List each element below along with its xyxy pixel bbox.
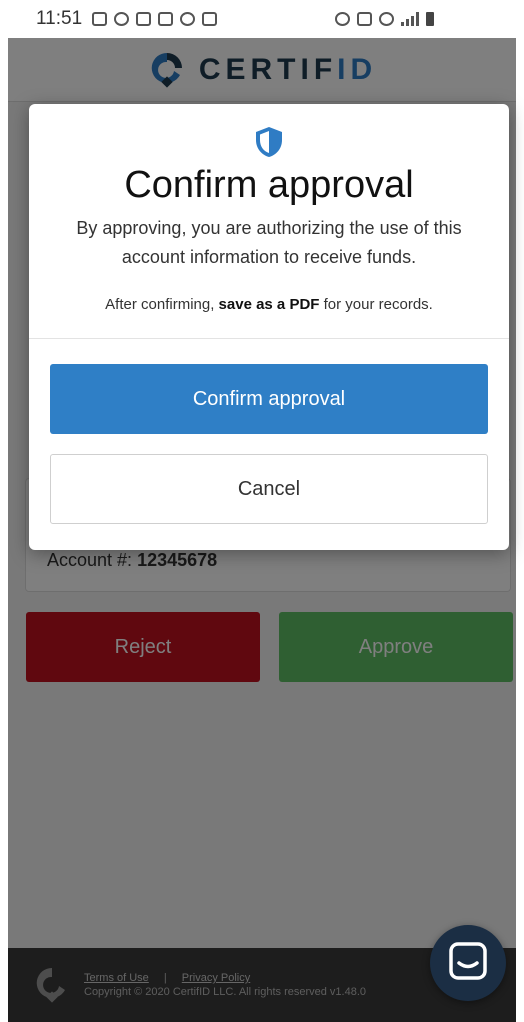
dialog-title: Confirm approval	[124, 164, 414, 206]
dialog-divider	[29, 338, 509, 339]
battery-icon	[426, 12, 434, 26]
notification-icons	[92, 12, 218, 26]
notification-icon	[158, 12, 174, 26]
mail-icon	[136, 12, 152, 26]
notification-icon	[92, 12, 108, 26]
mute-icon	[357, 12, 372, 26]
gallery-icon	[202, 12, 218, 26]
messenger-icon	[114, 12, 130, 26]
shield-icon	[254, 126, 284, 158]
dialog-note-suffix: for your records.	[319, 296, 433, 313]
confirm-approval-button[interactable]: Confirm approval	[50, 364, 488, 434]
alarm-icon	[335, 12, 350, 26]
dialog-body-text: By approving, you are authorizing the us…	[76, 218, 462, 267]
dialog-note: After confirming, save as a PDF for your…	[29, 296, 509, 313]
status-bar: 11:51	[0, 0, 524, 38]
status-time: 11:51	[36, 8, 83, 29]
confirm-approval-dialog: Confirm approval By approving, you are a…	[29, 104, 509, 550]
system-icons	[335, 12, 434, 26]
cancel-button[interactable]: Cancel	[50, 454, 488, 524]
chat-button[interactable]	[430, 925, 506, 1001]
chat-icon	[448, 941, 488, 986]
dialog-note-prefix: After confirming,	[105, 296, 219, 313]
dialog-note-bold: save as a PDF	[218, 296, 320, 313]
wifi-icon	[379, 12, 394, 26]
signal-icon	[401, 12, 419, 26]
sync-icon	[180, 12, 196, 26]
